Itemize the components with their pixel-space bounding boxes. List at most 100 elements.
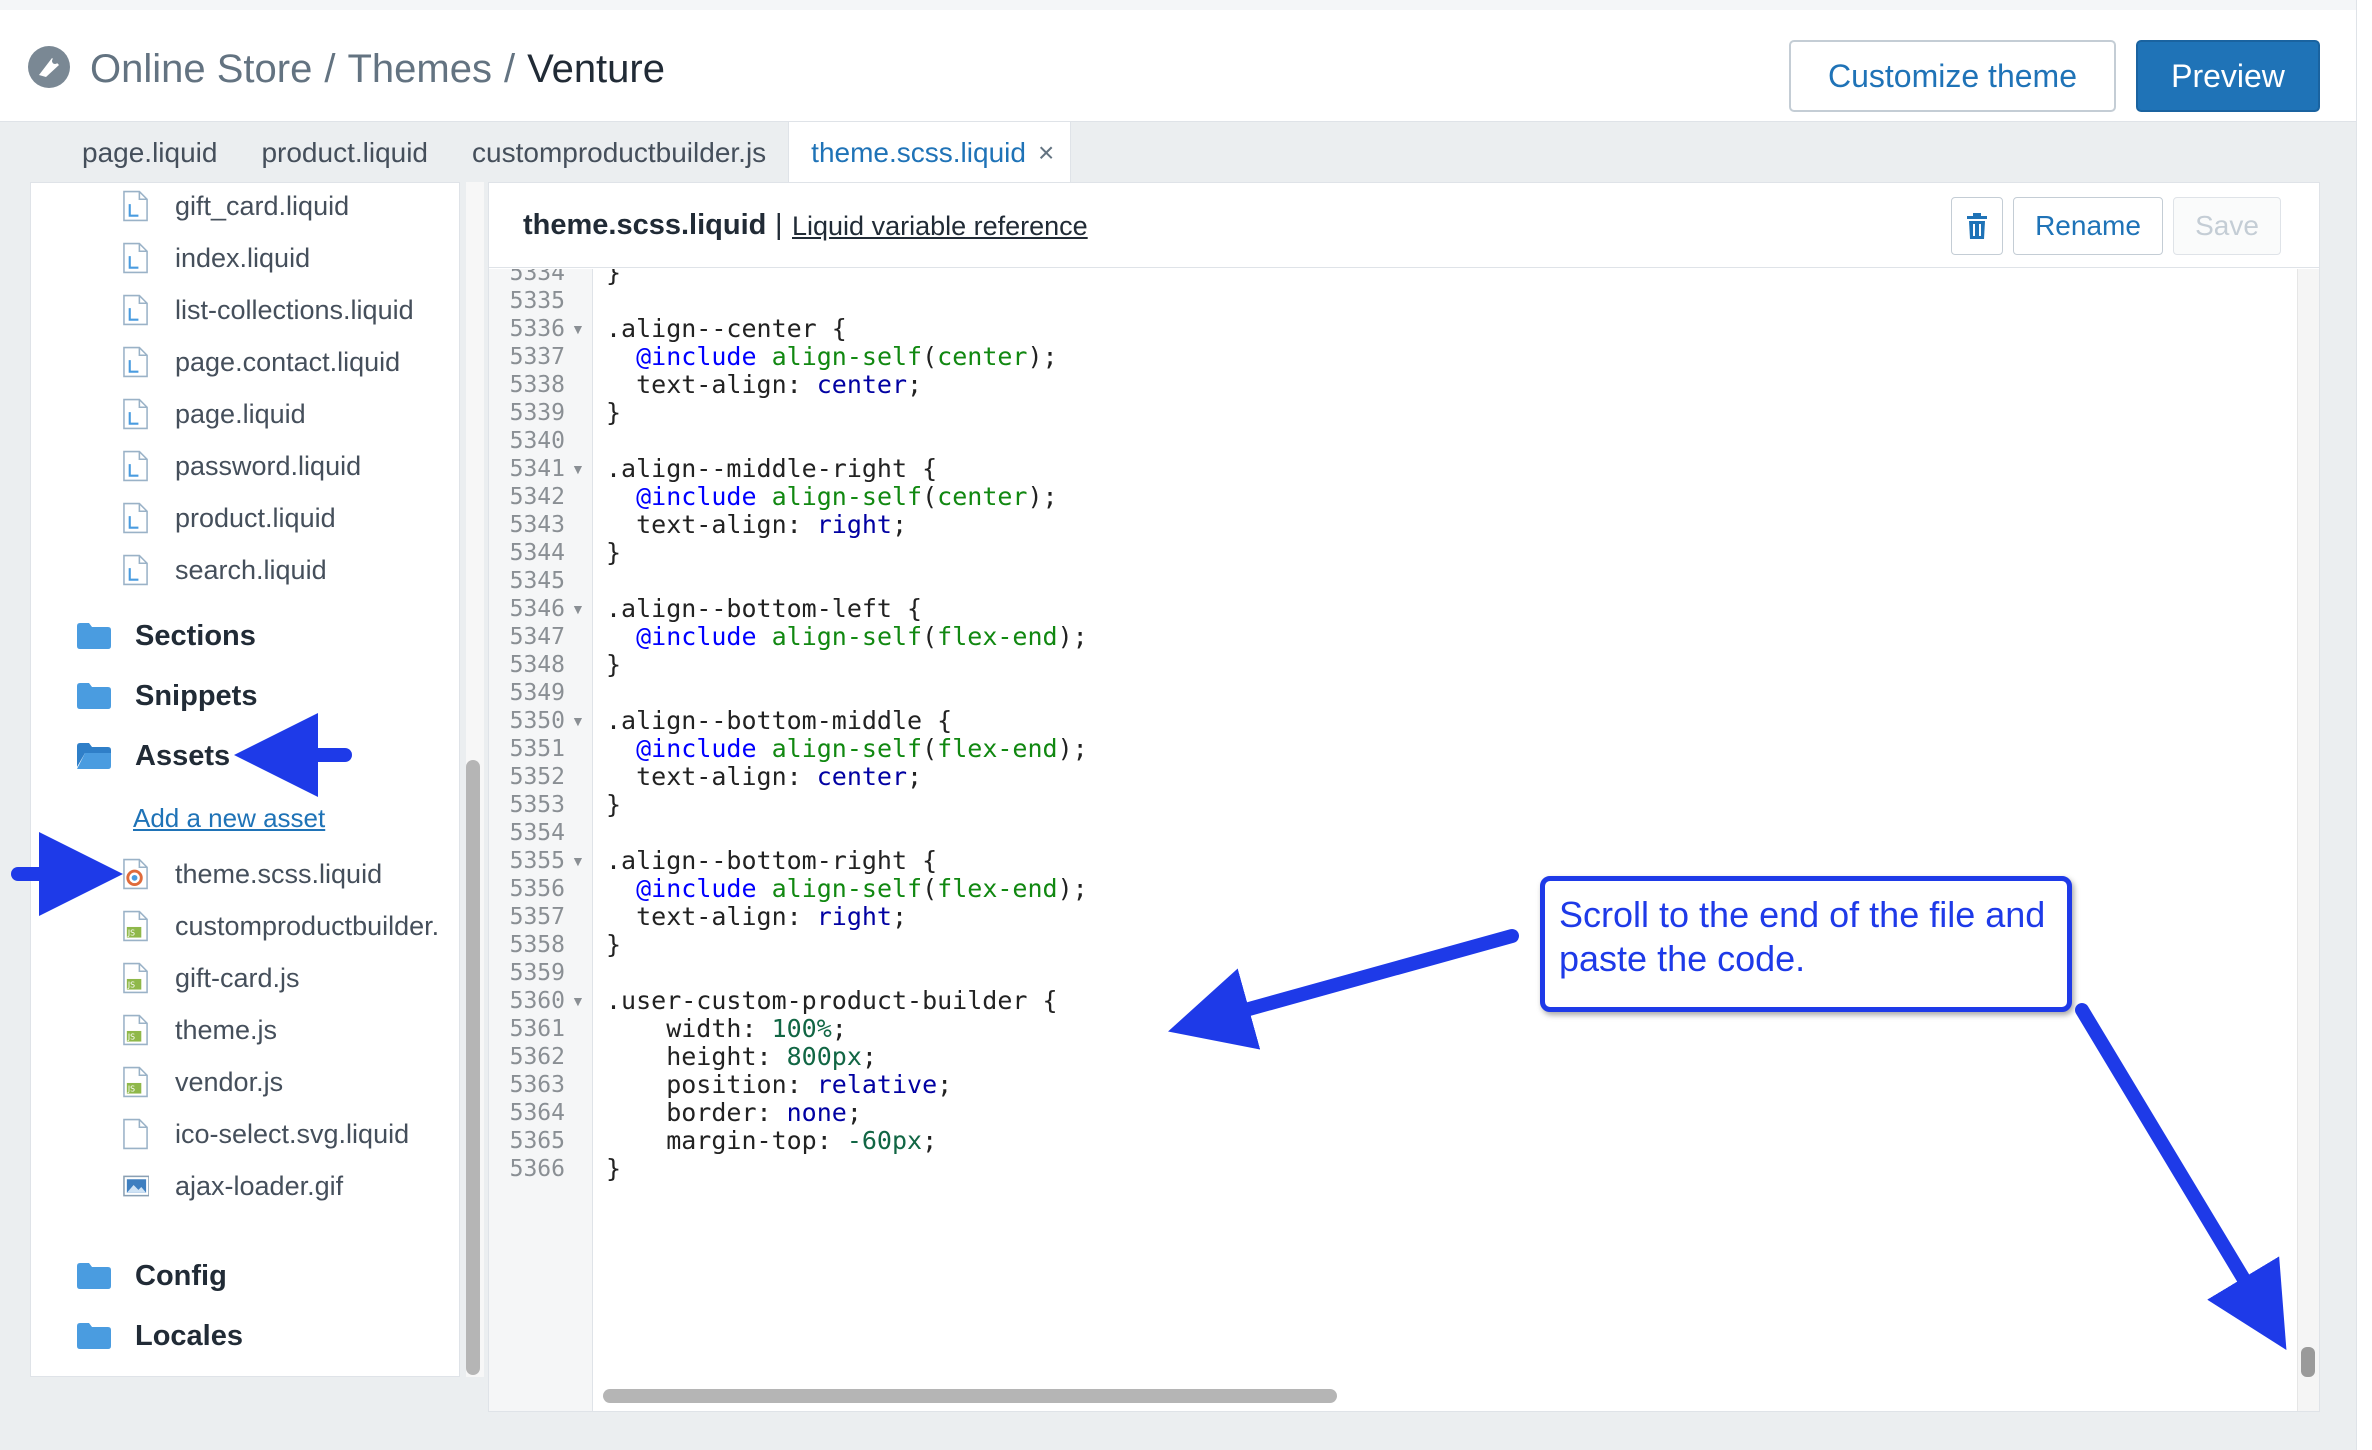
code-token: ; [831, 1014, 847, 1043]
code-token: .align--middle-right { [606, 454, 938, 483]
file-name: theme.scss.liquid [175, 858, 383, 889]
folder-snippets[interactable]: Snippets [77, 671, 257, 721]
code-token: } [606, 650, 622, 679]
liquid-file-icon [123, 190, 148, 222]
file-item[interactable]: password.liquid [123, 443, 361, 489]
annotation-callout: Scroll to the end of the file and paste … [1540, 876, 2072, 1012]
folder-label: Sections [135, 619, 256, 652]
file-item[interactable]: index.liquid [123, 235, 310, 281]
sidebar-vertical-scrollbar[interactable] [466, 760, 480, 1375]
line-number: 5360 [509, 988, 565, 1014]
file-item[interactable]: ajax-loader.gif [123, 1163, 343, 1209]
liquid-file-icon [123, 398, 148, 430]
file-name: page.liquid [175, 398, 306, 429]
fold-toggle-icon[interactable]: ▼ [571, 595, 585, 623]
file-item[interactable]: JS customproductbuilder. [123, 903, 439, 949]
callout-text: Scroll to the end of the file and paste … [1559, 894, 2046, 979]
file-item[interactable]: list-collections.liquid [123, 287, 414, 333]
code-line: text-align: center; [606, 763, 922, 791]
code-line: width: 100%; [606, 1015, 847, 1043]
code-token: position: [606, 1070, 817, 1099]
code-token: border: [606, 1098, 787, 1127]
folder-assets[interactable]: Assets [77, 731, 230, 781]
code-line: height: 800px; [606, 1043, 877, 1071]
breadcrumb: Online Store / Themes / Venture [90, 44, 665, 94]
code-line: @include align-self(flex-end); [606, 875, 1088, 903]
tab-product-liquid[interactable]: product.liquid [239, 122, 450, 182]
add-new-asset-link[interactable]: Add a new asset [133, 803, 325, 834]
file-name: search.liquid [175, 554, 327, 585]
save-button[interactable]: Save [2173, 197, 2281, 255]
fold-toggle-icon[interactable]: ▼ [571, 707, 585, 735]
liquid-variable-reference-link[interactable]: Liquid variable reference [792, 211, 1088, 242]
code-line: .align--bottom-middle { [606, 707, 952, 735]
fold-toggle-icon[interactable]: ▼ [571, 455, 585, 483]
file-item[interactable]: product.liquid [123, 495, 336, 541]
fold-toggle-icon[interactable]: ▼ [571, 315, 585, 343]
delete-file-button[interactable] [1951, 197, 2003, 255]
code-token: align-self [771, 734, 923, 763]
code-token: ; [891, 902, 908, 931]
code-line: } [606, 651, 621, 679]
editor-vertical-scrollbar[interactable] [2301, 1347, 2315, 1377]
code-line: @include align-self(flex-end); [606, 623, 1088, 651]
line-number: 5366 [509, 1156, 565, 1182]
file-item[interactable]: JS vendor.js [123, 1059, 283, 1105]
tab-customproductbuilder-js[interactable]: customproductbuilder.js [450, 122, 788, 182]
rename-button[interactable]: Rename [2013, 197, 2163, 255]
code-token: .align--bottom-right { [606, 846, 938, 875]
tab-page-liquid[interactable]: page.liquid [60, 122, 239, 182]
line-number: 5340 [509, 428, 565, 454]
editor-horizontal-scrollbar[interactable] [603, 1389, 1337, 1403]
code-token: center [816, 370, 908, 399]
file-item[interactable]: theme.scss.liquid [123, 851, 382, 897]
line-number: 5349 [509, 680, 565, 706]
close-icon[interactable]: × [1038, 122, 1054, 184]
file-item[interactable]: page.liquid [123, 391, 306, 437]
fold-toggle-icon[interactable]: ▼ [571, 847, 585, 875]
preview-button[interactable]: Preview [2136, 40, 2320, 112]
code-token: ( [922, 734, 938, 763]
customize-theme-button[interactable]: Customize theme [1789, 40, 2116, 112]
file-item[interactable]: JS theme.js [123, 1007, 277, 1053]
folder-icon [77, 1263, 111, 1289]
toolbar-separator: | [775, 209, 783, 241]
line-number: 5337 [509, 344, 565, 370]
code-token: relative [816, 1070, 938, 1099]
file-item[interactable]: search.liquid [123, 547, 327, 593]
code-token: ; [937, 1070, 953, 1099]
code-token: ); [1027, 342, 1058, 371]
code-line: @include align-self(flex-end); [606, 735, 1088, 763]
code-line: } [606, 931, 621, 959]
fold-toggle-icon[interactable]: ▼ [571, 987, 585, 1015]
code-token: @include [636, 734, 757, 763]
folder-locales[interactable]: Locales [77, 1311, 243, 1361]
breadcrumb-themes[interactable]: Themes [347, 47, 492, 91]
tab-theme-scss-liquid[interactable]: theme.scss.liquid × [788, 122, 1072, 184]
editor-toolbar: theme.scss.liquid | Liquid variable refe… [489, 183, 2319, 268]
folder-icon [77, 623, 111, 649]
line-number: 5358 [509, 932, 565, 958]
code-line: border: none; [606, 1099, 862, 1127]
folder-config[interactable]: Config [77, 1251, 227, 1301]
file-name: customproductbuilder. [175, 910, 440, 941]
breadcrumb-current-theme: Venture [527, 47, 665, 91]
code-line: .align--bottom-right { [606, 847, 937, 875]
code-token: align-self [771, 622, 923, 651]
breadcrumb-online-store[interactable]: Online Store [90, 47, 312, 91]
file-item[interactable]: gift_card.liquid [123, 183, 349, 229]
trash-icon [1967, 213, 1987, 239]
file-item[interactable]: ico-select.svg.liquid [123, 1111, 409, 1157]
page-scrollbar[interactable] [2356, 0, 2372, 1450]
file-item[interactable]: page.contact.liquid [123, 339, 400, 385]
file-name: password.liquid [175, 450, 362, 481]
folder-sections[interactable]: Sections [77, 611, 256, 661]
code-token: margin-top: [606, 1126, 847, 1155]
folder-label: Config [135, 1259, 227, 1292]
file-item[interactable]: JS gift-card.js [123, 955, 300, 1001]
code-area[interactable]: } .align--center { @include align-self(ce… [606, 269, 2286, 1329]
